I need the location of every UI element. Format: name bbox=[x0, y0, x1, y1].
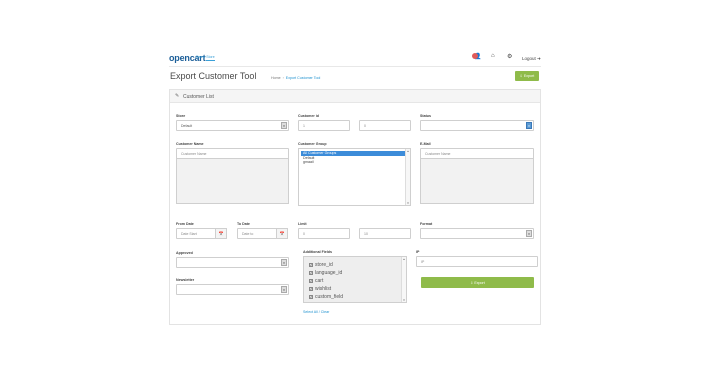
field-option[interactable]: ✓ language_id bbox=[304, 269, 406, 277]
scroll-down-icon[interactable]: ▾ bbox=[406, 201, 410, 205]
customer-name-results bbox=[176, 158, 289, 204]
field-option[interactable]: ✓ wishlist bbox=[304, 285, 406, 293]
additional-fields-label: Additional Fields bbox=[303, 250, 332, 254]
export-button-top[interactable]: ⇩ Export bbox=[515, 71, 539, 81]
from-date-input[interactable]: Date Start bbox=[176, 228, 216, 239]
logout-icon: ➜ bbox=[537, 56, 541, 61]
chevron-down-icon: ▾ bbox=[281, 259, 287, 266]
additional-fields-list[interactable]: ✓ store_id ✓ language_id ✓ cart ✓ wishlist ✓… bbox=[303, 256, 407, 303]
customer-id-to-input[interactable]: 0 bbox=[359, 120, 411, 131]
email-label: E-Mail bbox=[420, 142, 431, 146]
page-title: Export Customer Tool bbox=[170, 71, 257, 81]
limit-label: Limit bbox=[298, 222, 307, 226]
email-results bbox=[420, 158, 534, 204]
newsletter-select[interactable]: ▾ bbox=[176, 284, 289, 295]
approved-label: Approved bbox=[176, 251, 193, 255]
home-icon[interactable]: ⌂ bbox=[491, 53, 495, 59]
panel-header bbox=[170, 90, 540, 103]
chevron-down-icon: ▾ bbox=[281, 286, 287, 293]
scroll-down-icon[interactable]: ▾ bbox=[402, 298, 406, 302]
newsletter-label: Newsletter bbox=[176, 278, 195, 282]
export-button[interactable]: ⇩ Export bbox=[421, 277, 534, 288]
format-label: Format bbox=[420, 222, 433, 226]
listbox-scrollbar[interactable]: ▴ ▾ bbox=[405, 149, 410, 205]
to-date-input[interactable]: Date to bbox=[237, 228, 277, 239]
pencil-icon: ✎ bbox=[175, 93, 180, 99]
field-option[interactable]: ✓ cart bbox=[304, 277, 406, 285]
checkbox-checked-icon[interactable]: ✓ bbox=[309, 279, 313, 283]
chevron-down-icon: ▾ bbox=[281, 122, 287, 129]
store-select[interactable]: Default ▾ bbox=[176, 120, 289, 131]
field-option[interactable]: ✓ store_id bbox=[304, 261, 406, 269]
format-select[interactable]: ▾ bbox=[420, 228, 534, 239]
limit-to-input[interactable]: 10 bbox=[359, 228, 411, 239]
store-label: Store bbox=[176, 114, 186, 118]
header-divider bbox=[169, 66, 541, 67]
to-date-label: To Date bbox=[237, 222, 250, 226]
status-select[interactable]: ▾ bbox=[420, 120, 534, 131]
ip-label: IP bbox=[416, 250, 420, 254]
alert-badge bbox=[472, 53, 478, 59]
ip-input[interactable]: IP bbox=[416, 256, 538, 267]
scroll-up-icon[interactable]: ▴ bbox=[406, 149, 410, 153]
logo-subtitle: Demo Store bbox=[196, 55, 215, 59]
customer-id-label: Customer id bbox=[298, 114, 319, 118]
customer-group-listbox[interactable]: All Customer Groups Default gmaail ▴ ▾ bbox=[298, 148, 411, 206]
checkbox-checked-icon[interactable]: ✓ bbox=[309, 295, 313, 299]
customer-group-label: Customer Group bbox=[298, 142, 327, 146]
limit-from-input[interactable]: 0 bbox=[298, 228, 350, 239]
approved-select[interactable]: ▾ bbox=[176, 257, 289, 268]
customer-group-option[interactable]: gmaail bbox=[301, 160, 410, 165]
breadcrumb-current[interactable]: Export Customer Tool bbox=[286, 76, 321, 80]
scroll-up-icon[interactable]: ▴ bbox=[402, 257, 406, 261]
panel-title: Customer List bbox=[183, 94, 214, 100]
help-icon[interactable]: ⚙ bbox=[507, 53, 512, 60]
status-label: Status bbox=[420, 114, 431, 118]
download-icon: ⇩ bbox=[519, 74, 523, 78]
download-icon: ⇩ bbox=[470, 280, 474, 285]
chevron-down-icon: ▾ bbox=[526, 230, 532, 237]
customer-name-label: Customer Name bbox=[176, 142, 204, 146]
customer-id-from-input[interactable]: 1 bbox=[298, 120, 350, 131]
breadcrumb-home[interactable]: Home bbox=[271, 76, 281, 80]
checkbox-checked-icon[interactable]: ✓ bbox=[309, 271, 313, 275]
chevron-down-icon: ▾ bbox=[526, 122, 532, 129]
from-date-label: From Date bbox=[176, 222, 194, 226]
checkbox-checked-icon[interactable]: ✓ bbox=[309, 287, 313, 291]
checkbox-checked-icon[interactable]: ✓ bbox=[309, 263, 313, 267]
calendar-icon[interactable]: 📅 bbox=[276, 228, 288, 239]
breadcrumb: Home › Export Customer Tool bbox=[271, 76, 321, 80]
calendar-icon[interactable]: 📅 bbox=[215, 228, 227, 239]
field-option[interactable]: ✓ custom_field bbox=[304, 293, 406, 301]
select-all-clear-link[interactable]: Select All / Clear bbox=[303, 310, 329, 314]
logout-link[interactable]: Logout ➜ bbox=[522, 56, 541, 62]
fields-scrollbar[interactable]: ▴ ▾ bbox=[401, 257, 406, 302]
